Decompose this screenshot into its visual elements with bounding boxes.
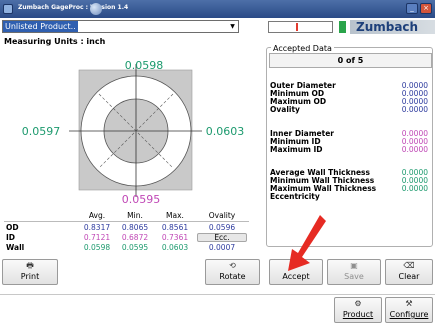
app-icon (3, 4, 13, 14)
wall-max: 0.0603 (161, 243, 189, 252)
list-item: Eccentricity (270, 193, 432, 201)
list-item: Maximum ID 0.0000 (270, 146, 432, 154)
zumbach-logo: Zumbach (350, 20, 435, 34)
eccentricity-button[interactable]: Ecc. (197, 233, 247, 242)
print-button[interactable]: 🖶 Print (2, 259, 58, 285)
list-item: Ovality 0.0000 (270, 106, 432, 114)
rotate-button[interactable]: ⟲ Rotate (205, 259, 260, 285)
chevron-down-icon[interactable]: ▼ (228, 22, 237, 31)
status-ok-indicator (339, 21, 346, 33)
status-indicator (268, 21, 333, 33)
rotate-icon: ⟲ (229, 261, 236, 270)
minimize-button[interactable]: _ (406, 3, 418, 14)
row-label-od: OD (6, 223, 19, 232)
id-min: 0.6872 (121, 233, 149, 242)
divider (4, 221, 249, 222)
red-pointer-arrow (288, 215, 326, 271)
save-icon: ▣ (350, 261, 358, 270)
arrow-shape (288, 215, 326, 271)
eccentricity-label: Eccentricity (270, 192, 320, 201)
gauge-top-value: 0.0598 (125, 59, 164, 72)
configure-icon: ⚒ (405, 299, 413, 308)
rotate-label: Rotate (219, 272, 246, 281)
gauge-bottom-value: 0.0595 (122, 193, 161, 206)
clear-icon: ⌫ (403, 261, 415, 270)
configure-label: Configure (389, 310, 429, 319)
globe-icon (90, 3, 102, 15)
table-row-wall: Wall 0.0598 0.0595 0.0603 0.0007 (2, 243, 260, 252)
header-ovality: Ovality (208, 211, 236, 220)
clear-label: Clear (398, 272, 420, 281)
ovality-label: Ovality (270, 105, 300, 114)
status-marker (296, 23, 298, 31)
configure-button[interactable]: ⚒ Configure (385, 297, 433, 323)
od-avg: 0.8317 (83, 223, 111, 232)
table-row-id: ID 0.7121 0.6872 0.7361 Ecc. (2, 233, 260, 242)
accepted-data-title: Accepted Data (271, 44, 334, 53)
maximum-id-label: Maximum ID (270, 145, 323, 154)
id-avg: 0.7121 (83, 233, 111, 242)
header-max: Max. (166, 211, 184, 220)
product-label: Product (342, 310, 374, 319)
id-max: 0.7361 (161, 233, 189, 242)
divider (0, 294, 435, 295)
product-dropdown[interactable]: Unlisted Product.. ▼ (2, 20, 239, 33)
table-row-od: OD 0.8317 0.8065 0.8561 0.0596 (2, 223, 260, 232)
title-bar: Zumbach GageProc : Version 1.4 _ × (0, 0, 435, 18)
print-label: Print (20, 272, 40, 281)
save-button[interactable]: ▣ Save (327, 259, 381, 285)
od-ovality: 0.0596 (208, 223, 236, 232)
measuring-units-label: Measuring Units : inch (4, 37, 106, 46)
row-label-wall: Wall (6, 243, 25, 252)
header-avg: Avg. (88, 211, 106, 220)
product-icon: ⚙ (354, 299, 362, 308)
save-label: Save (344, 272, 364, 281)
header-min: Min. (127, 211, 143, 220)
wall-ovality: 0.0007 (208, 243, 236, 252)
ovality-value: 0.0000 (401, 105, 428, 114)
gauge-right-value: 0.0603 (206, 125, 245, 138)
od-max: 0.8561 (161, 223, 189, 232)
maximum-wall-value: 0.0000 (401, 184, 428, 193)
wall-results-list: Average Wall Thickness 0.0000 Minimum Wal… (270, 169, 432, 201)
gauge-left-value: 0.0597 (22, 125, 61, 138)
product-button[interactable]: ⚙ Product (334, 297, 382, 323)
clear-button[interactable]: ⌫ Clear (385, 259, 433, 285)
wall-avg: 0.0598 (83, 243, 111, 252)
maximum-id-value: 0.0000 (401, 145, 428, 154)
table-header-row: Avg. Min. Max. Ovality (2, 211, 260, 220)
window-title: Zumbach GageProc : Version 1.4 (18, 4, 129, 11)
od-min: 0.8065 (121, 223, 149, 232)
wall-min: 0.0595 (121, 243, 149, 252)
product-selected-value: Unlisted Product.. (3, 21, 78, 32)
printer-icon: 🖶 (26, 261, 34, 270)
row-label-id: ID (6, 233, 16, 242)
accepted-counter: 0 of 5 (269, 53, 432, 68)
od-results-list: Outer Diameter 0.0000 Minimum OD 0.0000 Ma… (270, 82, 432, 114)
id-results-list: Inner Diameter 0.0000 Minimum ID 0.0000 Ma… (270, 130, 432, 154)
close-button[interactable]: × (420, 3, 432, 14)
